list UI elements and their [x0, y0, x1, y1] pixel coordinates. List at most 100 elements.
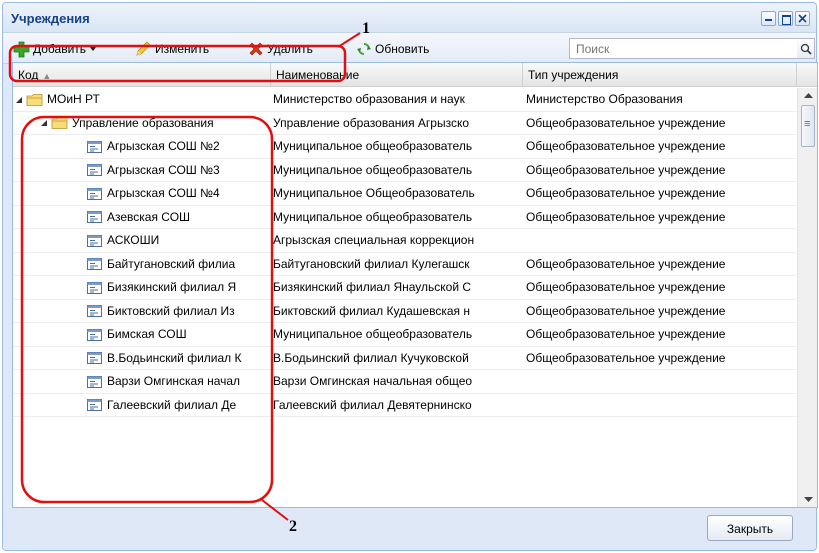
- search-input[interactable]: [569, 38, 798, 59]
- cell-type: Общеобразовательное учреждение: [526, 303, 726, 318]
- cell-name: Байтугановский филиал Кулегашск: [273, 256, 470, 271]
- table-row[interactable]: Управление образования Управление образов…: [13, 112, 796, 135]
- table-row[interactable]: Агрызская СОШ №3 Муниципальное общеобразо…: [13, 159, 796, 182]
- record-icon: [87, 352, 102, 364]
- row-code-label: Галеевский филиал Де: [107, 397, 237, 412]
- minimize-button[interactable]: [761, 11, 776, 26]
- close-button[interactable]: Закрыть: [707, 515, 793, 541]
- cell-code: Биктовский филиал Из: [13, 300, 271, 323]
- footer-bar: [3, 512, 816, 550]
- record-icon: [87, 281, 102, 294]
- close-icon: [798, 14, 807, 23]
- refresh-button[interactable]: Обновить: [356, 38, 429, 60]
- row-code-label: Управление образования: [72, 115, 214, 130]
- row-code-label: Биктовский филиал Из: [107, 303, 235, 318]
- vertical-scrollbar[interactable]: [797, 88, 818, 507]
- cell-type: Общеобразовательное учреждение: [526, 139, 726, 153]
- record-icon: [87, 305, 102, 317]
- row-code-label: Бизякинский филиал Я: [107, 280, 237, 294]
- cell-type: [523, 394, 796, 417]
- table-row[interactable]: МОиН РТ Министерство образования и наук Ми…: [13, 88, 796, 112]
- plus-icon: [13, 41, 30, 57]
- cell-name: Муниципальное общеобразователь: [273, 209, 473, 224]
- delete-x-icon: [249, 42, 263, 56]
- table-row[interactable]: Агрызская СОШ №4 Муниципальное Общеобразо…: [13, 182, 796, 206]
- row-code-label: Агрызская СОШ №4: [107, 186, 220, 200]
- row-code-label: Бимская СОШ: [107, 327, 187, 341]
- table-row[interactable]: В.Бодьинский филиал К В.Бодьинский филиал…: [13, 347, 796, 370]
- cell-type: Общеобразовательное учреждение: [526, 350, 726, 365]
- folder-icon: [26, 93, 43, 106]
- annotation-number-1: 1: [362, 20, 370, 37]
- row-code-label: Варзи Омгинская начал: [107, 374, 241, 388]
- cell-name: Варзи Омгинская начальная общео: [273, 374, 473, 388]
- cell-code: МОиН РТ: [13, 88, 271, 111]
- record-icon: [87, 234, 102, 247]
- record-icon: [87, 211, 102, 223]
- folder-icon: [51, 117, 68, 129]
- row-code-label: В.Бодьинский филиал К: [107, 350, 242, 365]
- scroll-down-icon[interactable]: [798, 491, 818, 507]
- cell-type: Общеобразовательное учреждение: [526, 186, 726, 200]
- cell-name: Галеевский филиал Девятернинско: [273, 397, 472, 412]
- table-row[interactable]: Варзи Омгинская начал Варзи Омгинская нач…: [13, 370, 796, 394]
- table-row[interactable]: Бимская СОШ Муниципальное общеобразовател…: [13, 323, 796, 347]
- grid-body: МОиН РТ Министерство образования и наук Ми…: [13, 88, 796, 417]
- row-code-label: Агрызская СОШ №3: [107, 162, 220, 177]
- table-row[interactable]: АСКОШИ Агрызская специальная коррекцион: [13, 229, 796, 253]
- cell-name: Муниципальное Общеобразователь: [273, 186, 475, 200]
- scroll-up-icon[interactable]: [798, 88, 818, 104]
- tree-collapse-icon[interactable]: [15, 96, 23, 104]
- table-row[interactable]: Бизякинский филиал Я Бизякинский филиал Я…: [13, 276, 796, 300]
- search-icon: [800, 43, 812, 55]
- cell-name: Агрызская специальная коррекцион: [273, 233, 475, 247]
- pencil-icon: [136, 41, 151, 56]
- cell-name: Бизякинский филиал Янаульской С: [273, 280, 472, 294]
- tree-collapse-icon[interactable]: [40, 119, 48, 127]
- refresh-button-label: Обновить: [375, 42, 430, 56]
- edit-button[interactable]: Изменить: [134, 38, 209, 60]
- maximize-button[interactable]: [778, 11, 793, 26]
- cell-name: Биктовский филиал Кудашевская н: [273, 303, 470, 318]
- table-row[interactable]: Галеевский филиал Де Галеевский филиал Де…: [13, 394, 796, 417]
- row-code-label: Азевская СОШ: [107, 209, 191, 224]
- cell-name: Министерство образования и наук: [273, 92, 465, 106]
- add-button-label: Добавить: [33, 42, 87, 56]
- add-button[interactable]: Добавить: [13, 38, 98, 60]
- cell-code: Азевская СОШ: [13, 206, 271, 229]
- cell-type: Общеобразовательное учреждение: [526, 280, 726, 294]
- table-row[interactable]: Агрызская СОШ №2 Муниципальное общеобразо…: [13, 135, 796, 159]
- row-code-label: Байтугановский филиа: [107, 256, 236, 271]
- sort-ascending-icon: ▲: [42, 71, 52, 81]
- cell-code: Управление образования: [13, 112, 271, 135]
- cell-code: В.Бодьинский филиал К: [13, 347, 271, 370]
- cell-code: Бимская СОШ: [13, 323, 271, 346]
- cell-code: АСКОШИ: [13, 229, 271, 252]
- window-controls: [761, 11, 810, 26]
- refresh-icon: [357, 43, 371, 55]
- toolbar: Добавить Изменить Удалить Обновить Поиск: [3, 33, 816, 64]
- chevron-down-icon: [89, 46, 98, 51]
- cell-type: Общеобразовательное учреждение: [526, 327, 726, 341]
- column-header-code[interactable]: Код ▲: [13, 63, 271, 87]
- close-window-button[interactable]: [795, 11, 810, 26]
- delete-button[interactable]: Удалить: [248, 38, 313, 60]
- record-icon: [87, 328, 102, 341]
- table-row[interactable]: Азевская СОШ Муниципальное общеобразовате…: [13, 206, 796, 229]
- table-row[interactable]: Байтугановский филиа Байтугановский филиа…: [13, 253, 796, 276]
- column-header-type[interactable]: Тип учреждения: [523, 63, 797, 87]
- cell-type: Общеобразовательное учреждение: [526, 256, 726, 271]
- record-icon: [87, 399, 102, 411]
- grid-header: Код ▲ Наименование Тип учреждения: [13, 63, 817, 87]
- scrollbar-thumb[interactable]: [801, 105, 815, 147]
- institutions-grid: Код ▲ Наименование Тип учреждения МОиН РТ…: [12, 62, 818, 508]
- title-bar: Учреждения: [3, 3, 816, 33]
- delete-button-label: Удалить: [267, 42, 313, 56]
- search-button[interactable]: [797, 38, 815, 59]
- cell-name: Управление образования Агрызско: [273, 115, 470, 130]
- cell-type: Общеобразовательное учреждение: [526, 115, 726, 130]
- table-row[interactable]: Биктовский филиал Из Биктовский филиал Ку…: [13, 300, 796, 323]
- column-header-name[interactable]: Наименование: [271, 63, 523, 87]
- annotation-number-2: 2: [289, 518, 297, 535]
- cell-type: [523, 229, 796, 252]
